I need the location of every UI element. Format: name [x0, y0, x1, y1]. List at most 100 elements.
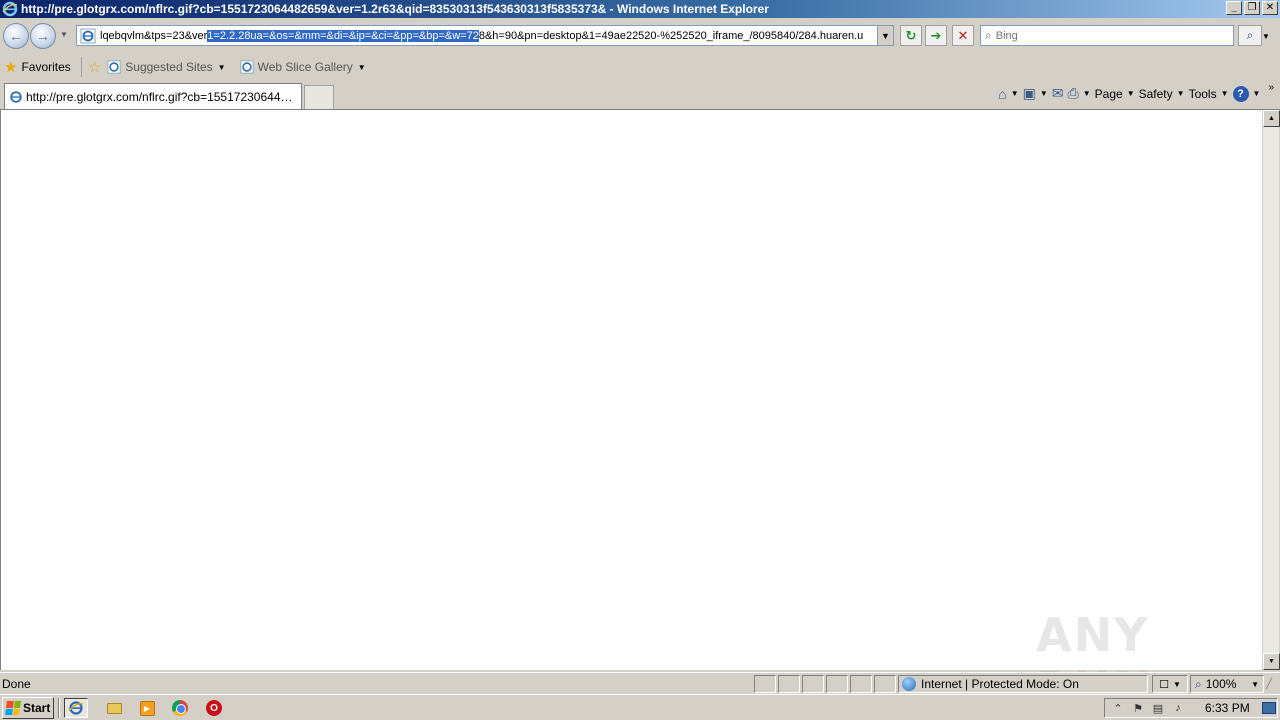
add-to-favorites-icon[interactable]: ☆	[88, 58, 101, 76]
scroll-up-button[interactable]: ▲	[1263, 110, 1280, 127]
status-cell	[778, 675, 800, 693]
help-icon: ?	[1232, 85, 1249, 102]
safety-menu-label: Safety	[1138, 86, 1173, 101]
taskbar-ie-button[interactable]	[64, 698, 88, 718]
address-bar[interactable]: lqebqvlm&tps=23&ver1=2.2.28ua=&os=&mm=&d…	[76, 25, 894, 46]
chevron-down-icon: ▼	[217, 62, 226, 72]
mail-icon: ✉	[1051, 85, 1064, 101]
printer-icon: ⎙	[1067, 85, 1079, 101]
search-provider-icon: ⌕	[985, 28, 992, 42]
ie-logo-icon	[68, 701, 84, 715]
protected-mode-button[interactable]: ☐ ▼	[1152, 675, 1188, 693]
ie-page-icon	[240, 60, 254, 74]
go-button[interactable]: ➔	[925, 25, 947, 46]
zoom-level: 100%	[1205, 677, 1237, 691]
feeds-button[interactable]: ▣ ▼	[1023, 85, 1048, 102]
taskbar-opera-button[interactable]: O	[202, 698, 226, 718]
home-icon: ⌂	[998, 85, 1007, 102]
minimize-button[interactable]: _	[1226, 1, 1242, 15]
start-button[interactable]: Start	[2, 697, 54, 719]
tab-bar: http://pre.glotgrx.com/nflrc.gif?cb=1551…	[0, 80, 1280, 110]
compatibility-icon: ↻	[905, 27, 917, 43]
taskbar: Start ▶ O ⌃ ⚑ ▤ ♪ 6:33 PM	[0, 694, 1280, 720]
taskbar-chrome-button[interactable]	[168, 698, 192, 718]
clock[interactable]: 6:33 PM	[1205, 701, 1250, 715]
chevron-down-icon: ▼	[1220, 89, 1229, 98]
search-button[interactable]: ⌕	[1238, 25, 1262, 46]
chevron-down-icon: ▼	[1039, 89, 1048, 98]
chevron-down-icon: ▼	[1082, 89, 1091, 98]
address-input[interactable]: lqebqvlm&tps=23&ver1=2.2.28ua=&os=&mm=&d…	[100, 29, 875, 42]
toolbar-overflow-icon[interactable]: »	[1268, 82, 1274, 93]
taskbar-divider	[58, 698, 60, 718]
vertical-scrollbar[interactable]: ▲ ▼	[1262, 110, 1280, 670]
start-label: Start	[23, 701, 51, 715]
read-mail-button[interactable]: ✉	[1052, 85, 1064, 102]
status-cell	[802, 675, 824, 693]
ie-window: http://pre.glotgrx.com/nflrc.gif?cb=1551…	[0, 0, 1280, 720]
stop-button[interactable]: ✕	[952, 25, 974, 46]
page-menu[interactable]: Page ▼	[1095, 87, 1135, 101]
ie-page-icon	[10, 90, 22, 103]
zoom-icon: ⌕	[1195, 676, 1202, 691]
page-content[interactable]	[0, 110, 1262, 670]
show-desktop-icon[interactable]	[1261, 702, 1276, 714]
window-controls: _ ❐ ✕	[1226, 1, 1278, 15]
address-dropdown-button[interactable]: ▼	[877, 26, 893, 45]
page-ie-icon	[80, 28, 96, 43]
security-zone[interactable]: Internet | Protected Mode: On	[898, 675, 1148, 693]
back-button[interactable]: ←	[3, 23, 29, 49]
system-tray: ⌃ ⚑ ▤ ♪ 6:33 PM	[1104, 698, 1278, 718]
action-center-flag-icon[interactable]: ⚑	[1131, 702, 1145, 715]
title-bar[interactable]: http://pre.glotgrx.com/nflrc.gif?cb=1551…	[0, 0, 1280, 18]
home-button[interactable]: ⌂ ▼	[998, 86, 1018, 102]
suggested-sites-label: Suggested Sites	[125, 60, 213, 74]
new-tab-button[interactable]	[304, 85, 334, 109]
lock-icon: ☐	[1159, 678, 1169, 691]
star-icon: ★	[4, 59, 18, 76]
close-button[interactable]: ✕	[1262, 1, 1278, 15]
tab-active[interactable]: http://pre.glotgrx.com/nflrc.gif?cb=1551…	[4, 83, 302, 109]
opera-icon: O	[206, 700, 222, 716]
tools-menu-label: Tools	[1188, 86, 1217, 101]
security-zone-label: Internet | Protected Mode: On	[921, 677, 1079, 691]
url-text-selected: 1=2.2.28ua=&os=&mm=&di=&ip=&ci=&pp=&bp=&…	[207, 29, 479, 42]
volume-icon[interactable]: ♪	[1171, 702, 1185, 714]
taskbar-explorer-button[interactable]	[102, 698, 126, 718]
help-menu[interactable]: ? ▼	[1232, 85, 1260, 102]
favorites-button[interactable]: ★ Favorites	[4, 58, 71, 76]
print-button[interactable]: ⎙ ▼	[1068, 85, 1091, 102]
zoom-control[interactable]: ⌕ 100% ▼	[1190, 675, 1264, 693]
search-box[interactable]: ⌕	[980, 25, 1234, 46]
chevron-down-icon: ▼	[1251, 679, 1259, 689]
ie-logo-icon	[2, 1, 18, 17]
command-bar: ⌂ ▼ ▣ ▼ ✉ ⎙ ▼ Page ▼ Safety ▼ Tools ▼ ? ▼ »	[998, 82, 1274, 102]
tab-label: http://pre.glotgrx.com/nflrc.gif?cb=1551…	[26, 89, 298, 104]
search-input[interactable]	[995, 29, 1216, 42]
compatibility-view-button[interactable]: ↻	[900, 25, 922, 46]
navigation-bar: ← → ▼ lqebqvlm&tps=23&ver1=2.2.28ua=&os=…	[0, 18, 1280, 54]
suggested-sites-item[interactable]: Suggested Sites ▼	[107, 60, 226, 74]
resize-grip-icon[interactable]: ╱	[1266, 679, 1272, 690]
safety-menu[interactable]: Safety ▼	[1139, 87, 1185, 101]
ie-page-icon	[107, 60, 121, 74]
tools-menu[interactable]: Tools ▼	[1189, 87, 1229, 101]
web-slice-gallery-item[interactable]: Web Slice Gallery ▼	[240, 60, 366, 74]
status-text: Done	[2, 677, 31, 691]
arrow-right-icon: →	[36, 28, 50, 44]
restore-button[interactable]: ❐	[1244, 1, 1260, 15]
chevron-down-icon: ▼	[1126, 89, 1135, 98]
chevron-down-icon: ▼	[881, 30, 890, 41]
globe-icon	[902, 677, 916, 691]
url-text-before: lqebqvlm&tps=23&ver	[100, 29, 208, 42]
taskbar-media-player-button[interactable]: ▶	[135, 698, 159, 718]
go-arrow-icon: ➔	[930, 27, 942, 43]
tray-expand-icon[interactable]: ⌃	[1111, 702, 1125, 715]
search-options-dropdown[interactable]: ▼	[1262, 32, 1270, 41]
forward-button[interactable]: →	[30, 23, 56, 49]
recent-pages-dropdown[interactable]: ▼	[60, 30, 68, 39]
media-player-icon: ▶	[139, 700, 155, 716]
network-icon[interactable]: ▤	[1151, 702, 1165, 715]
stop-x-icon: ✕	[957, 27, 969, 43]
chevron-down-icon: ▼	[1176, 89, 1185, 98]
